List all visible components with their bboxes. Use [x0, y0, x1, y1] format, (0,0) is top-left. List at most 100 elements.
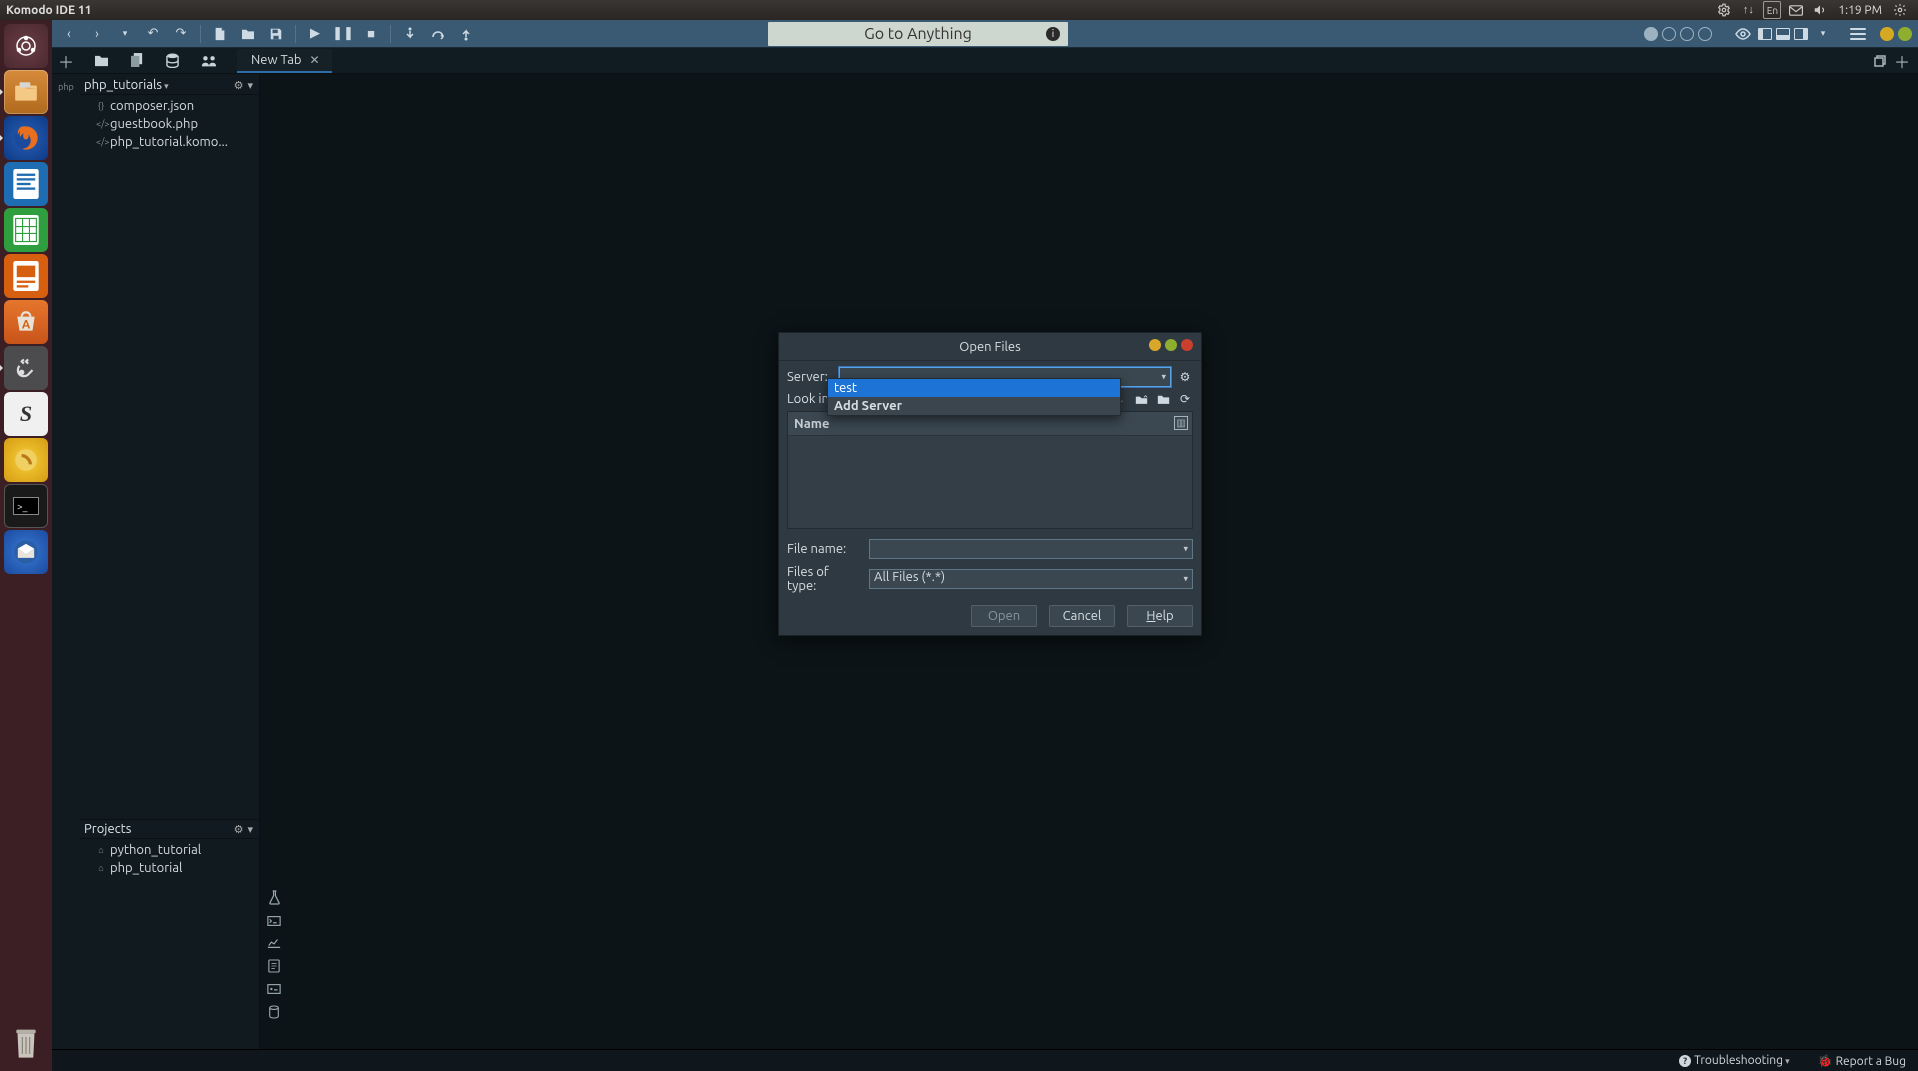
new-file-button[interactable]: [209, 23, 231, 45]
network-icon[interactable]: ↑↓: [1739, 1, 1757, 19]
file-item[interactable]: {}composer.json: [96, 97, 259, 115]
dropdown-option-test[interactable]: test: [828, 379, 1120, 397]
nav-back-button[interactable]: ‹: [58, 23, 80, 45]
filename-label: File name:: [787, 542, 861, 556]
tab-close-icon[interactable]: ✕: [310, 53, 320, 67]
ide-window: ‹ › ▾ ↶ ↷ ▶ ❚❚ ■ Go to Anything i: [52, 20, 1918, 1071]
stop-button[interactable]: ■: [360, 23, 382, 45]
home-icon: ⌂: [96, 845, 106, 855]
sidebar-add-button[interactable]: ＋: [52, 48, 80, 73]
mail-icon[interactable]: [1787, 1, 1805, 19]
tabbar-add-icon[interactable]: ＋: [1894, 49, 1910, 73]
tabbar-restore-icon[interactable]: [1874, 55, 1886, 67]
launcher-writer[interactable]: [4, 162, 48, 206]
os-top-bar: Komodo IDE 11 ↑↓ En 1:19 PM: [0, 0, 1918, 20]
dropdown-option-add-server[interactable]: Add Server: [828, 397, 1120, 415]
places-project-header[interactable]: php_tutorials ⚙ ▾: [80, 76, 259, 95]
launcher-komodo[interactable]: [4, 346, 48, 390]
nav-forward-button[interactable]: ›: [86, 23, 108, 45]
redo-button[interactable]: ↷: [170, 23, 192, 45]
panel-dropdown[interactable]: ▾: [1812, 23, 1834, 45]
goto-anything-input[interactable]: Go to Anything i: [768, 22, 1068, 46]
notes-icon[interactable]: [268, 959, 280, 973]
report-bug-link[interactable]: 🐞Report a Bug: [1818, 1054, 1906, 1068]
power-icon[interactable]: [1891, 1, 1909, 19]
places-copy-icon[interactable]: [131, 53, 144, 68]
help-button[interactable]: Help: [1127, 605, 1193, 627]
server-dropdown-list: test Add Server: [827, 378, 1121, 416]
dialog-maximize-button[interactable]: [1165, 339, 1177, 351]
file-list-area[interactable]: Name ▥: [787, 411, 1193, 529]
filetype-label: Files of type:: [787, 565, 861, 593]
panel-bottom-toggle[interactable]: [1776, 28, 1790, 40]
eye-icon[interactable]: [1732, 23, 1754, 45]
troubleshooting-link[interactable]: ?Troubleshooting: [1679, 1054, 1790, 1067]
refresh-icon[interactable]: ⟳: [1177, 391, 1193, 407]
nav-dropdown[interactable]: ▾: [114, 23, 136, 45]
settings-gear-icon[interactable]: [1715, 1, 1733, 19]
flask-icon[interactable]: [268, 890, 281, 905]
open-folder-button[interactable]: [237, 23, 259, 45]
record-macro-button[interactable]: [1644, 27, 1658, 41]
window-minimize-button[interactable]: [1880, 27, 1894, 41]
dialog-close-button[interactable]: [1181, 339, 1193, 351]
macro-button-4[interactable]: [1698, 27, 1712, 41]
volume-icon[interactable]: [1811, 1, 1829, 19]
launcher-slack[interactable]: S: [4, 392, 48, 436]
launcher-terminal[interactable]: >_: [4, 484, 48, 528]
database-panel-icon[interactable]: [268, 1005, 280, 1019]
step-over-button[interactable]: [427, 23, 449, 45]
launcher-impress[interactable]: [4, 254, 48, 298]
ide-toolbar: ‹ › ▾ ↶ ↷ ▶ ❚❚ ■ Go to Anything i: [52, 20, 1918, 48]
file-item[interactable]: </>guestbook.php: [96, 115, 259, 133]
filetype-dropdown[interactable]: All Files (*.*) ▾: [869, 569, 1193, 589]
chart-icon[interactable]: [267, 937, 281, 949]
project-item[interactable]: ⌂python_tutorial: [96, 841, 259, 859]
console-icon[interactable]: [267, 983, 281, 995]
pause-button[interactable]: ❚❚: [332, 23, 354, 45]
info-icon[interactable]: i: [1046, 27, 1060, 41]
step-into-button[interactable]: [399, 23, 421, 45]
dialog-titlebar[interactable]: Open Files: [779, 333, 1201, 361]
dialog-minimize-button[interactable]: [1149, 339, 1161, 351]
gear-icon[interactable]: ⚙: [234, 79, 244, 92]
panel-right-toggle[interactable]: [1794, 28, 1808, 40]
step-out-button[interactable]: [455, 23, 477, 45]
window-maximize-button[interactable]: [1898, 27, 1912, 41]
save-button[interactable]: [265, 23, 287, 45]
places-db-icon[interactable]: [166, 53, 179, 68]
project-item[interactable]: ⌂php_tutorial: [96, 859, 259, 877]
projects-header[interactable]: Projects ⚙ ▾: [80, 820, 259, 839]
launcher-software[interactable]: A: [4, 300, 48, 344]
open-button[interactable]: Open: [971, 605, 1037, 627]
launcher-app[interactable]: [4, 438, 48, 482]
launcher-files[interactable]: [4, 70, 48, 114]
launcher-trash[interactable]: [4, 1021, 48, 1065]
terminal-panel-icon[interactable]: [267, 915, 281, 927]
undo-button[interactable]: ↶: [142, 23, 164, 45]
play-button[interactable]: ▶: [304, 23, 326, 45]
chevron-down-icon[interactable]: ▾: [247, 823, 253, 836]
menu-button[interactable]: [1850, 28, 1866, 40]
tab-new-tab[interactable]: New Tab ✕: [237, 49, 332, 73]
macro-button-2[interactable]: [1662, 27, 1676, 41]
places-collab-icon[interactable]: [201, 54, 217, 68]
cancel-button[interactable]: Cancel: [1049, 605, 1115, 627]
file-item[interactable]: </>php_tutorial.komo...: [96, 133, 259, 151]
nav-up-icon[interactable]: [1133, 391, 1149, 407]
places-files-icon[interactable]: [94, 54, 109, 67]
keyboard-lang-indicator[interactable]: En: [1763, 1, 1781, 19]
launcher-firefox[interactable]: [4, 116, 48, 160]
chevron-down-icon[interactable]: ▾: [247, 79, 253, 92]
launcher-calc[interactable]: [4, 208, 48, 252]
columns-config-button[interactable]: ▥: [1174, 416, 1188, 430]
server-settings-button[interactable]: ⚙: [1177, 369, 1193, 385]
gear-icon[interactable]: ⚙: [234, 823, 244, 836]
panel-left-toggle[interactable]: [1758, 28, 1772, 40]
filename-input[interactable]: ▾: [869, 539, 1193, 559]
macro-button-3[interactable]: [1680, 27, 1694, 41]
clock[interactable]: 1:19 PM: [1838, 4, 1882, 17]
launcher-thunderbird[interactable]: [4, 530, 48, 574]
new-folder-icon[interactable]: [1155, 391, 1171, 407]
launcher-dash[interactable]: [4, 24, 48, 68]
